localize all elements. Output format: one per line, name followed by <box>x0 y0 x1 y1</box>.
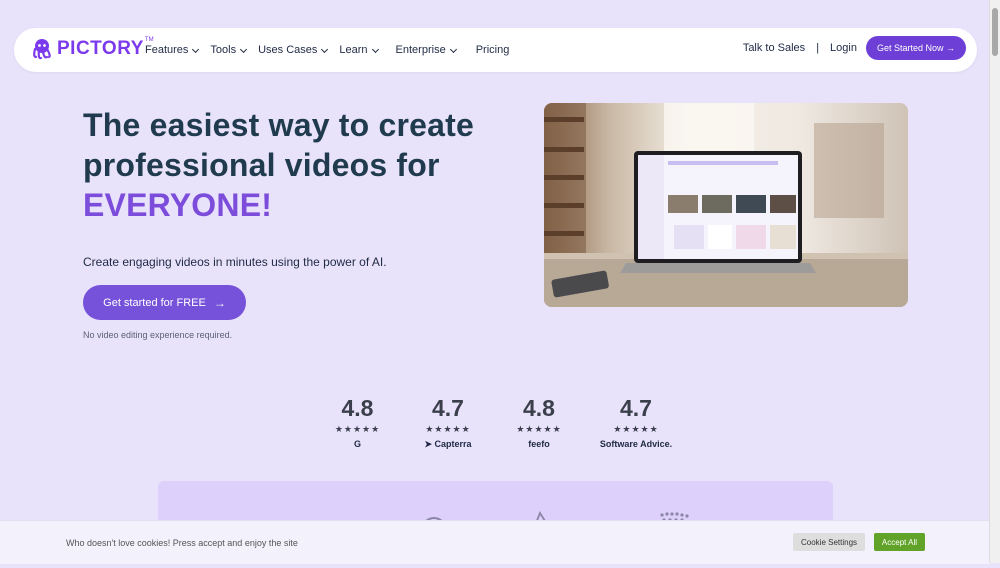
hero-title-accent: EVERYONE! <box>83 187 273 223</box>
menu-features-label: Features <box>145 44 189 56</box>
nav-separator: | <box>816 42 820 54</box>
cookie-banner: Who doesn't love cookies! Press accept a… <box>0 520 990 564</box>
login-link[interactable]: Login <box>830 42 857 54</box>
cookie-settings-button[interactable]: Cookie Settings <box>793 533 865 551</box>
cookie-message: Who doesn't love cookies! Press accept a… <box>66 538 298 548</box>
menu-pricing[interactable]: Pricing <box>476 44 510 56</box>
nav-actions: Talk to Sales | Login Get Started Now → <box>743 36 966 60</box>
menu-tools[interactable]: Tools <box>210 44 248 56</box>
logo-wordmark: PICTORY <box>57 38 144 59</box>
menu-enterprise[interactable]: Enterprise <box>395 44 457 56</box>
chevron-down-icon <box>371 45 379 53</box>
hero-title-line-2: professional videos for <box>83 147 440 183</box>
menu-features[interactable]: Features <box>145 44 200 56</box>
hero-title-line-1: The easiest way to create <box>83 107 474 143</box>
main-menu: Features Tools Uses Cases Learn Enterpri… <box>145 28 521 72</box>
capterra-arrow-icon: ➤ <box>424 439 432 449</box>
g2-logo: G <box>353 439 361 449</box>
capterra-logo: ➤ Capterra <box>417 439 479 450</box>
chevron-down-icon <box>192 45 200 53</box>
rating-stars: ★★★★★ <box>425 424 471 434</box>
hero-note: No video editing experience required. <box>83 330 233 340</box>
accept-all-button[interactable]: Accept All <box>874 533 925 551</box>
rating-stars: ★★★★★ <box>613 424 659 434</box>
talk-to-sales-link[interactable]: Talk to Sales <box>743 42 805 54</box>
menu-learn-label: Learn <box>339 44 368 56</box>
top-navbar: PICTORY TM Features Tools Uses Cases Lea… <box>14 28 977 72</box>
chevron-down-icon <box>240 45 248 53</box>
menu-learn[interactable]: Learn <box>339 44 379 56</box>
pictory-logo[interactable]: PICTORY TM <box>30 37 154 61</box>
page-scrollbar[interactable] <box>989 0 1000 563</box>
rating-stars: ★★★★★ <box>334 424 381 434</box>
menu-pricing-label: Pricing <box>475 44 510 56</box>
menu-use-cases-label: Uses Cases <box>258 44 318 56</box>
rating-score: 4.8 <box>341 395 374 421</box>
rating-score: 4.8 <box>523 395 555 421</box>
menu-use-cases[interactable]: Uses Cases <box>258 44 329 56</box>
arrow-right-icon: → <box>213 295 226 310</box>
get-started-now-button[interactable]: Get Started Now → <box>865 36 966 60</box>
scrollbar-thumb[interactable] <box>992 8 998 56</box>
rating-stars: ★★★★★ <box>516 424 562 434</box>
rating-g2: 4.8 ★★★★★ G <box>330 395 385 449</box>
hero-subtitle: Create engaging videos in minutes using … <box>83 255 387 269</box>
rating-score: 4.7 <box>620 395 652 421</box>
menu-enterprise-label: Enterprise <box>395 44 446 56</box>
capterra-brand-text: Capterra <box>434 439 472 449</box>
rating-capterra: 4.7 ★★★★★ ➤ Capterra <box>417 395 479 450</box>
menu-tools-label: Tools <box>210 44 237 56</box>
hero-title: The easiest way to create professional v… <box>83 105 474 225</box>
chevron-down-icon <box>321 45 329 53</box>
rating-software-advice: 4.7 ★★★★★ Software Advice. <box>592 395 680 449</box>
get-started-free-button[interactable]: Get started for FREE → <box>83 285 246 320</box>
feefo-logo: feefo <box>528 439 550 449</box>
rating-score: 4.7 <box>432 395 464 421</box>
hero-laptop-image <box>544 103 908 307</box>
chevron-down-icon <box>449 45 457 53</box>
rating-feefo: 4.8 ★★★★★ feefo <box>510 395 568 449</box>
software-advice-logo: Software Advice. <box>599 439 673 449</box>
cta-label: Get started for FREE <box>103 296 206 309</box>
octopus-logo-icon <box>33 39 51 60</box>
